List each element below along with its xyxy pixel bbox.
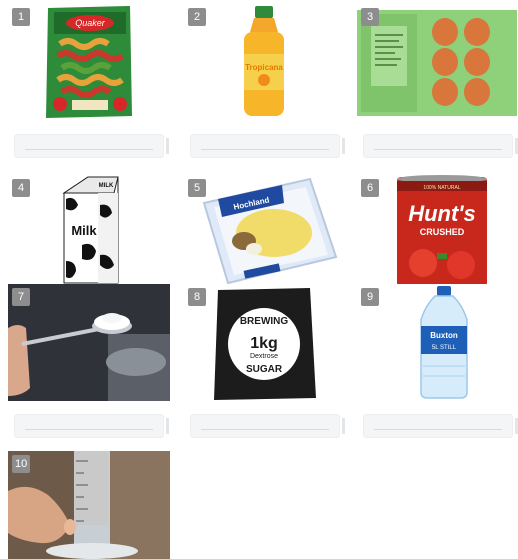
answer-drop-zone[interactable] (190, 414, 345, 438)
item-number-badge: 2 (188, 8, 206, 26)
item-number-badge: 5 (188, 179, 206, 197)
sugar-bottom-text: SUGAR (246, 364, 283, 375)
item-image-measuring-spoon-salt (8, 284, 170, 401)
item-image-sugar-bag: BREWING 1kg Dextrose SUGAR (184, 284, 346, 401)
egg-carton-illustration (357, 10, 517, 116)
measuring-cylinder-illustration (8, 451, 170, 559)
answer-drop-zone[interactable] (363, 414, 518, 438)
can-brand-text: Hunt's (408, 201, 476, 226)
answer-drop-zone[interactable] (190, 134, 345, 158)
water-bottle-illustration: Buxton 5L STILL (420, 286, 468, 399)
item-number-badge: 10 (12, 455, 31, 473)
can-tagline-text: 100% NATURAL (423, 185, 460, 191)
item-number-badge: 8 (188, 288, 206, 306)
sugar-weight-text: 1kg (250, 335, 278, 352)
orange-juice-illustration: Tropicana (244, 6, 284, 116)
item-image-water-bottle: Buxton 5L STILL (357, 284, 518, 401)
milk-carton-illustration: Milk MILK (62, 176, 119, 284)
sugar-type-text: Dextrose (250, 353, 278, 360)
measuring-spoon-illustration (8, 284, 170, 401)
pasta-bag-illustration: Quaker (46, 6, 132, 118)
item-image-pasta-bag: Quaker (8, 4, 170, 121)
item-number-badge: 3 (361, 8, 379, 26)
item-number-badge: 6 (361, 179, 379, 197)
pasta-brand-text: Quaker (75, 18, 106, 28)
item-image-egg-carton (357, 4, 518, 121)
milk-label-text: Milk (71, 223, 97, 238)
milk-top-label-text: MILK (99, 183, 114, 189)
item-image-cheese-slices: Hochland (184, 175, 346, 292)
item-image-milk-carton: Milk MILK (8, 175, 170, 292)
water-size-text: 5L STILL (432, 345, 457, 351)
sugar-top-text: BREWING (240, 316, 289, 327)
item-image-tomato-can: 100% NATURAL Hunt's CRUSHED (357, 175, 518, 292)
can-variety-text: CRUSHED (420, 227, 465, 237)
item-number-badge: 7 (12, 288, 30, 306)
tomato-can-illustration: 100% NATURAL Hunt's CRUSHED (397, 175, 487, 287)
item-image-orange-juice-bottle: Tropicana (184, 4, 346, 121)
answer-drop-zone[interactable] (14, 134, 169, 158)
sugar-bag-illustration: BREWING 1kg Dextrose SUGAR (214, 288, 316, 400)
answer-drop-zone[interactable] (363, 134, 518, 158)
juice-brand-text: Tropicana (245, 63, 283, 72)
item-number-badge: 4 (12, 179, 30, 197)
water-brand-text: Buxton (430, 331, 458, 340)
item-image-measuring-cylinder (8, 451, 170, 559)
cheese-slices-illustration: Hochland (202, 177, 338, 285)
item-number-badge: 1 (12, 8, 30, 26)
item-number-badge: 9 (361, 288, 379, 306)
answer-drop-zone[interactable] (14, 414, 169, 438)
